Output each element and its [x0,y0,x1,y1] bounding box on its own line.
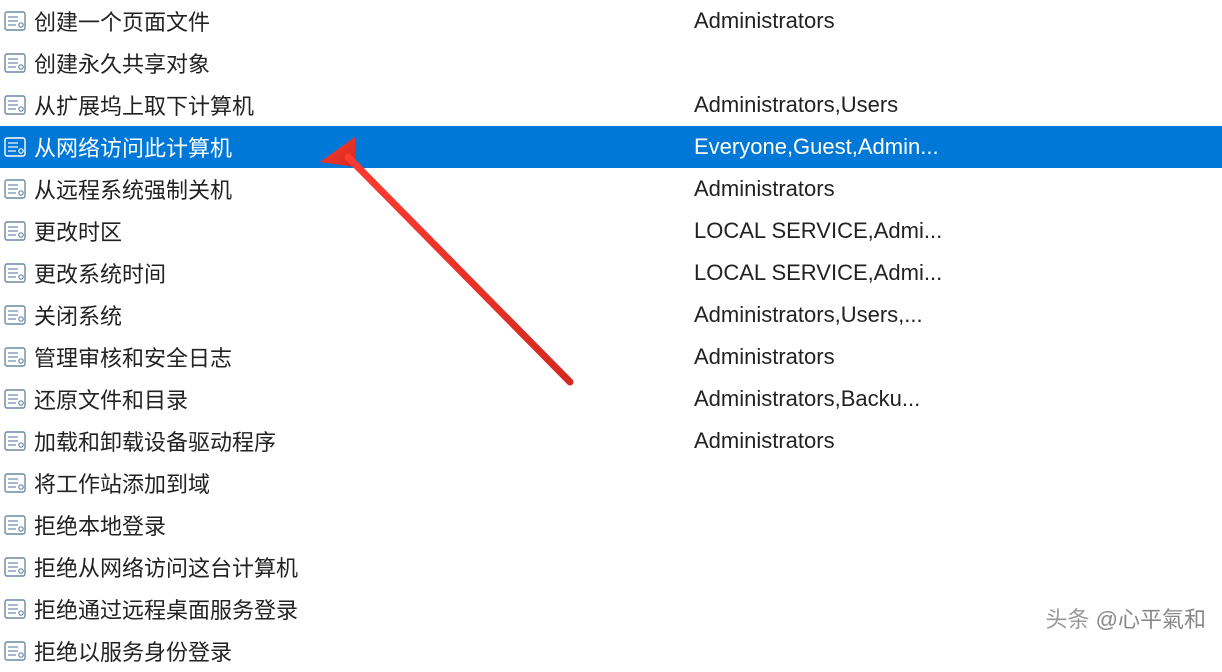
policy-row[interactable]: 从扩展坞上取下计算机Administrators,Users [0,84,1222,126]
policy-icon [4,347,26,367]
policy-name: 拒绝本地登录 [34,509,694,541]
policy-icon [4,11,26,31]
policy-row[interactable]: 更改时区LOCAL SERVICE,Admi... [0,210,1222,252]
policy-row[interactable]: 管理审核和安全日志Administrators [0,336,1222,378]
policy-row[interactable]: 还原文件和目录Administrators,Backu... [0,378,1222,420]
policy-row[interactable]: 更改系统时间LOCAL SERVICE,Admi... [0,252,1222,294]
policy-name: 拒绝从网络访问这台计算机 [34,551,694,583]
policy-icon [4,599,26,619]
policy-icon [4,641,26,661]
policy-name: 创建一个页面文件 [34,5,694,37]
policy-icon [4,557,26,577]
policy-icon [4,221,26,241]
policy-value: Administrators [694,344,835,370]
policy-name: 将工作站添加到域 [34,467,694,499]
policy-row[interactable]: 拒绝以服务身份登录 [0,630,1222,672]
policy-list: 创建一个页面文件Administrators 创建永久共享对象 从扩展坞上取下计… [0,0,1222,672]
policy-row[interactable]: 关闭系统Administrators,Users,... [0,294,1222,336]
policy-value: LOCAL SERVICE,Admi... [694,218,942,244]
policy-icon [4,95,26,115]
policy-icon [4,389,26,409]
policy-name: 加载和卸载设备驱动程序 [34,425,694,457]
policy-value: Administrators [694,176,835,202]
policy-icon [4,53,26,73]
policy-name: 拒绝以服务身份登录 [34,635,694,667]
policy-row[interactable]: 创建永久共享对象 [0,42,1222,84]
policy-icon [4,305,26,325]
policy-icon [4,473,26,493]
policy-value: LOCAL SERVICE,Admi... [694,260,942,286]
policy-name: 管理审核和安全日志 [34,341,694,373]
policy-name: 拒绝通过远程桌面服务登录 [34,593,694,625]
policy-row[interactable]: 拒绝通过远程桌面服务登录 [0,588,1222,630]
policy-row[interactable]: 拒绝本地登录 [0,504,1222,546]
policy-value: Administrators,Backu... [694,386,920,412]
policy-icon [4,431,26,451]
policy-row[interactable]: 加载和卸载设备驱动程序Administrators [0,420,1222,462]
policy-value: Administrators,Users [694,92,898,118]
policy-row[interactable]: 拒绝从网络访问这台计算机 [0,546,1222,588]
policy-icon [4,515,26,535]
policy-icon [4,137,26,157]
policy-name: 还原文件和目录 [34,383,694,415]
policy-row[interactable]: 从远程系统强制关机Administrators [0,168,1222,210]
policy-name: 更改时区 [34,215,694,247]
policy-name: 从网络访问此计算机 [34,131,694,163]
policy-name: 创建永久共享对象 [34,47,694,79]
policy-icon [4,263,26,283]
policy-name: 更改系统时间 [34,257,694,289]
policy-name: 从扩展坞上取下计算机 [34,89,694,121]
policy-name: 关闭系统 [34,299,694,331]
policy-name: 从远程系统强制关机 [34,173,694,205]
policy-value: Administrators [694,428,835,454]
policy-value: Administrators [694,8,835,34]
policy-row[interactable]: 将工作站添加到域 [0,462,1222,504]
policy-value: Everyone,Guest,Admin... [694,134,939,160]
policy-value: Administrators,Users,... [694,302,923,328]
policy-row[interactable]: 从网络访问此计算机Everyone,Guest,Admin... [0,126,1222,168]
policy-icon [4,179,26,199]
policy-row[interactable]: 创建一个页面文件Administrators [0,0,1222,42]
